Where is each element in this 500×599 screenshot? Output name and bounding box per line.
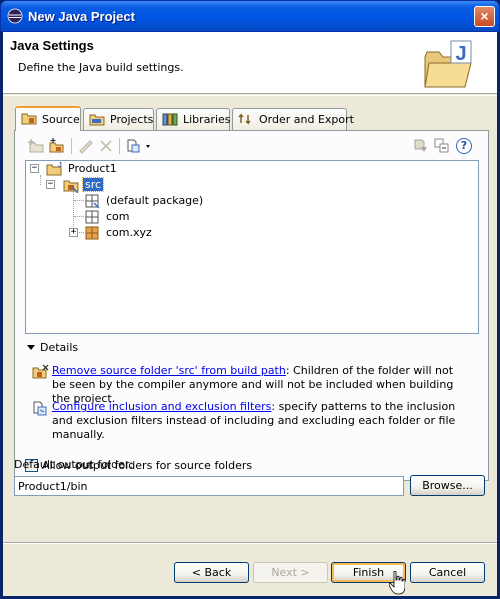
close-icon: ×	[480, 8, 489, 24]
source-folder-tree[interactable]: − J Product1 − src (default package) com…	[25, 160, 479, 334]
package-label: com	[106, 210, 130, 223]
button-bar-separator	[3, 542, 497, 544]
java-project-folder-icon: J	[424, 40, 472, 88]
triangle-down-icon	[27, 345, 35, 350]
tab-projects[interactable]: Projects	[83, 108, 154, 130]
tab-label: Source	[42, 113, 80, 126]
tab-order-and-export[interactable]: Order and Export	[232, 108, 354, 130]
add-folder-icon[interactable]	[27, 137, 45, 155]
banner-separator	[3, 95, 497, 96]
new-java-project-window: New Java Project × Java Settings Define …	[0, 0, 500, 599]
tab-label: Libraries	[183, 113, 231, 126]
mouse-pointer-icon	[389, 571, 405, 595]
title-bar[interactable]: New Java Project ×	[0, 0, 500, 32]
tab-libraries[interactable]: Libraries	[156, 108, 231, 130]
tree-guide	[40, 175, 41, 185]
package-icon	[85, 226, 99, 240]
empty-package-icon	[85, 210, 99, 224]
eclipse-icon	[7, 8, 23, 24]
projects-icon	[89, 114, 105, 126]
libraries-icon	[162, 113, 178, 126]
tree-node-package[interactable]: com.xyz	[84, 225, 184, 241]
source-tab-panel: ? − J Product1 − src (default package) c…	[14, 130, 489, 481]
svg-text:J: J	[455, 43, 466, 65]
tree-node-project[interactable]: J Product1	[46, 161, 166, 177]
package-label: com.xyz	[106, 226, 152, 239]
default-output-folder-label: Default output folder:	[14, 458, 133, 471]
close-button[interactable]: ×	[474, 6, 495, 27]
back-button[interactable]: < Back	[174, 562, 249, 583]
source-folder-label: src	[81, 177, 105, 192]
tab-source[interactable]: Source	[15, 106, 81, 131]
edit-icon[interactable]	[77, 137, 95, 155]
collapse-icon[interactable]: −	[46, 180, 55, 189]
tree-guide	[74, 200, 84, 201]
configure-build-path-dropdown-icon[interactable]	[125, 137, 153, 155]
order-export-icon	[238, 113, 251, 125]
svg-text:J: J	[58, 162, 62, 169]
configure-filters-entry: Configure inclusion and exclusion filter…	[32, 400, 462, 442]
wizard-banner: Java Settings Define the Java build sett…	[3, 32, 497, 94]
tab-label: Projects	[110, 113, 154, 126]
expand-icon[interactable]: +	[69, 228, 78, 237]
remove-source-folder-link[interactable]: Remove source folder 'src' from build pa…	[52, 364, 286, 377]
page-title: Java Settings	[10, 38, 94, 53]
help-icon[interactable]: ?	[456, 138, 472, 154]
toolbar-separator	[71, 138, 72, 154]
collapse-icon[interactable]: −	[30, 164, 39, 173]
tab-label: Order and Export	[259, 113, 354, 126]
link-source-icon[interactable]	[48, 137, 66, 155]
details-label: Details	[40, 341, 79, 354]
window-title: New Java Project	[28, 9, 135, 24]
remove-icon[interactable]	[97, 137, 115, 155]
cancel-button[interactable]: Cancel	[410, 562, 485, 583]
browse-button[interactable]: Browse...	[410, 475, 485, 496]
package-icon	[85, 194, 100, 209]
next-button[interactable]: Next >	[253, 562, 328, 583]
configure-filters-text: Configure inclusion and exclusion filter…	[52, 400, 462, 442]
remove-from-build-path-icon	[32, 364, 49, 379]
source-folder-icon	[63, 180, 79, 193]
filter-icon[interactable]	[412, 137, 430, 155]
project-label: Product1	[68, 162, 117, 175]
tree-node-package[interactable]: com	[84, 209, 184, 225]
source-folder-icon	[21, 113, 37, 125]
configure-filters-icon	[33, 401, 47, 416]
collapse-all-icon[interactable]	[433, 137, 451, 155]
dialog-body: Java Settings Define the Java build sett…	[3, 32, 497, 596]
tree-node-source-folder[interactable]: src	[63, 177, 143, 193]
package-label: (default package)	[106, 194, 204, 207]
configure-filters-link[interactable]: Configure inclusion and exclusion filter…	[52, 400, 271, 413]
toolbar-separator	[119, 138, 120, 154]
tree-node-package[interactable]: (default package)	[84, 193, 244, 209]
page-description: Define the Java build settings.	[18, 61, 184, 74]
java-project-icon: J	[46, 162, 62, 176]
tree-guide	[74, 216, 84, 217]
default-output-folder-input[interactable]: Product1/bin	[14, 476, 404, 496]
